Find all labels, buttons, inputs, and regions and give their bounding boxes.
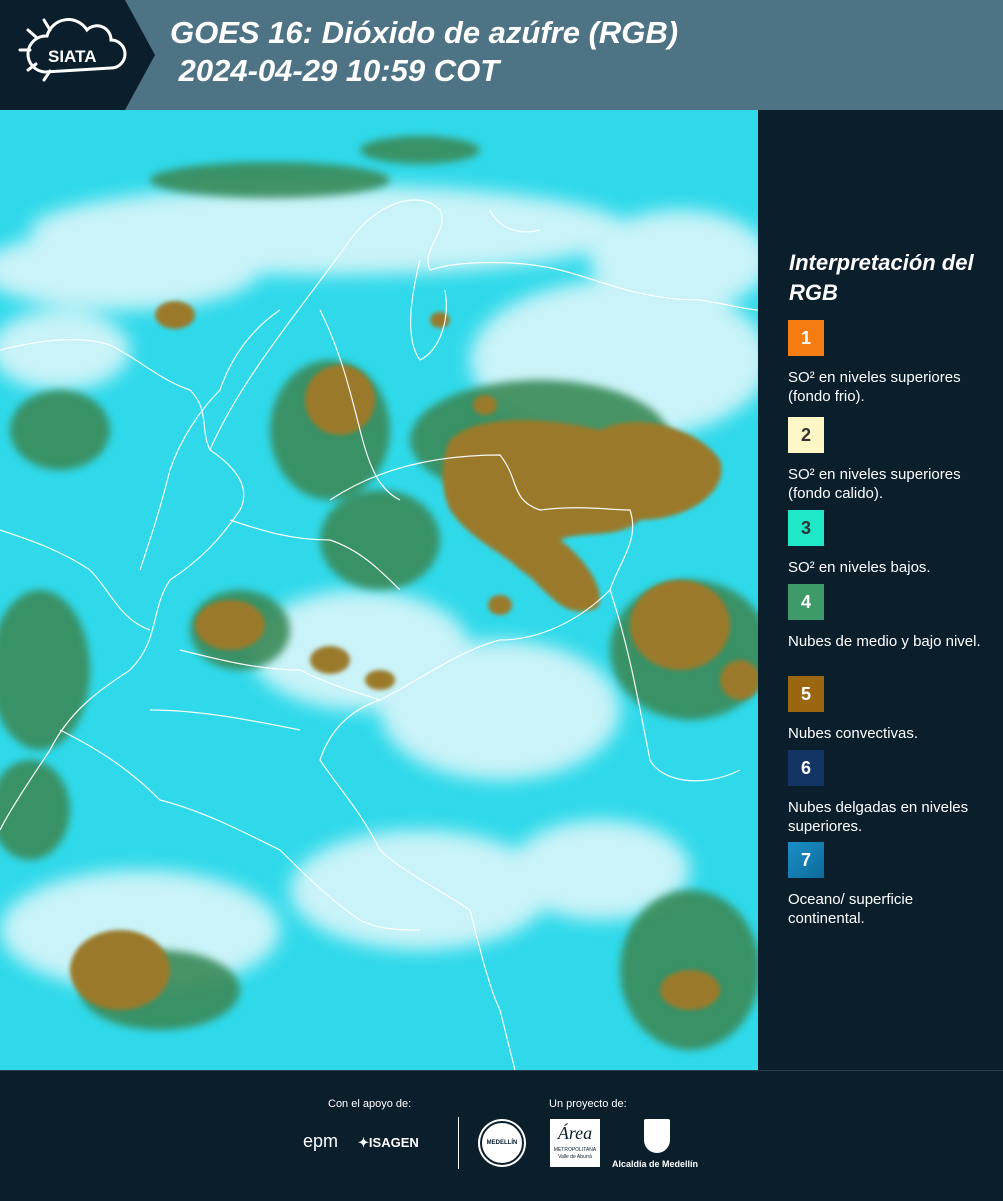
legend-swatch-3: 3: [788, 510, 824, 546]
legend-panel: Interpretación del RGB 1 SO² en niveles …: [758, 110, 1003, 1070]
legend-item-6: 6 Nubes delgadas en niveles superiores.: [788, 750, 988, 836]
legend-item-2: 2 SO² en niveles superiores (fondo calid…: [788, 417, 988, 503]
title-product: GOES 16: Dióxido de azúfre (RGB): [170, 15, 679, 50]
legend-swatch-7: 7: [788, 842, 824, 878]
area-metropolitana-logo: Área METROPOLITANA Valle de Aburrá: [550, 1119, 600, 1167]
svg-text:SIATA: SIATA: [48, 47, 96, 66]
legend-item-4: 4 Nubes de medio y bajo nivel.: [788, 584, 988, 651]
alcaldia-shield-icon: [644, 1119, 670, 1153]
legend-label-7: Oceano/ superficie continental.: [788, 891, 914, 927]
legend-label-6: Nubes delgadas en niveles superiores.: [788, 799, 969, 835]
title-timestamp: 2024-04-29 10:59 COT: [170, 53, 500, 88]
legend-swatch-5: 5: [788, 676, 824, 712]
epm-logo: epm: [303, 1131, 339, 1151]
legend-item-1: 1 SO² en niveles superiores (fondo frio)…: [788, 320, 988, 406]
satellite-image-map[interactable]: [0, 110, 758, 1070]
legend-label-2: SO² en niveles superiores (fondo calido)…: [788, 466, 961, 502]
legend-swatch-4: 4: [788, 584, 824, 620]
siata-logo: SIATA: [0, 0, 155, 110]
isagen-mark-icon: ✦: [358, 1135, 369, 1150]
legend-label-3: SO² en niveles bajos.: [788, 559, 931, 576]
legend-label-1: SO² en niveles superiores (fondo frio).: [788, 369, 961, 405]
legend-swatch-1: 1: [788, 320, 824, 356]
medellin-seal-logo: MEDELLÍN: [478, 1119, 526, 1167]
legend-swatch-2: 2: [788, 417, 824, 453]
isagen-logo: ✦ISAGEN: [358, 1135, 419, 1150]
footer-divider: [458, 1117, 459, 1169]
map-canvas: [0, 110, 758, 1070]
medellin-seal-inner: MEDELLÍN: [480, 1121, 524, 1165]
header-bar: SIATA GOES 16: Dióxido de azúfre (RGB) 2…: [0, 0, 1003, 110]
legend-item-5: 5 Nubes convectivas.: [788, 676, 988, 743]
alcaldia-label: Alcaldía de Medellín: [612, 1159, 699, 1169]
project-label: Un proyecto de:: [549, 1098, 627, 1110]
legend-label-5: Nubes convectivas.: [788, 725, 919, 742]
legend-swatch-6: 6: [788, 750, 824, 786]
legend-item-3: 3 SO² en niveles bajos.: [788, 510, 988, 577]
legend-label-4: Nubes de medio y bajo nivel.: [788, 633, 981, 650]
footer-sponsors: Con el apoyo de: Un proyecto de: epm ✦IS…: [0, 1070, 1003, 1201]
legend-item-7: 7 Oceano/ superficie continental.: [788, 842, 988, 928]
legend-title: Interpretación del RGB: [789, 250, 974, 305]
support-label: Con el apoyo de:: [328, 1098, 412, 1110]
page-title: GOES 16: Dióxido de azúfre (RGB) 2024-04…: [170, 14, 678, 90]
